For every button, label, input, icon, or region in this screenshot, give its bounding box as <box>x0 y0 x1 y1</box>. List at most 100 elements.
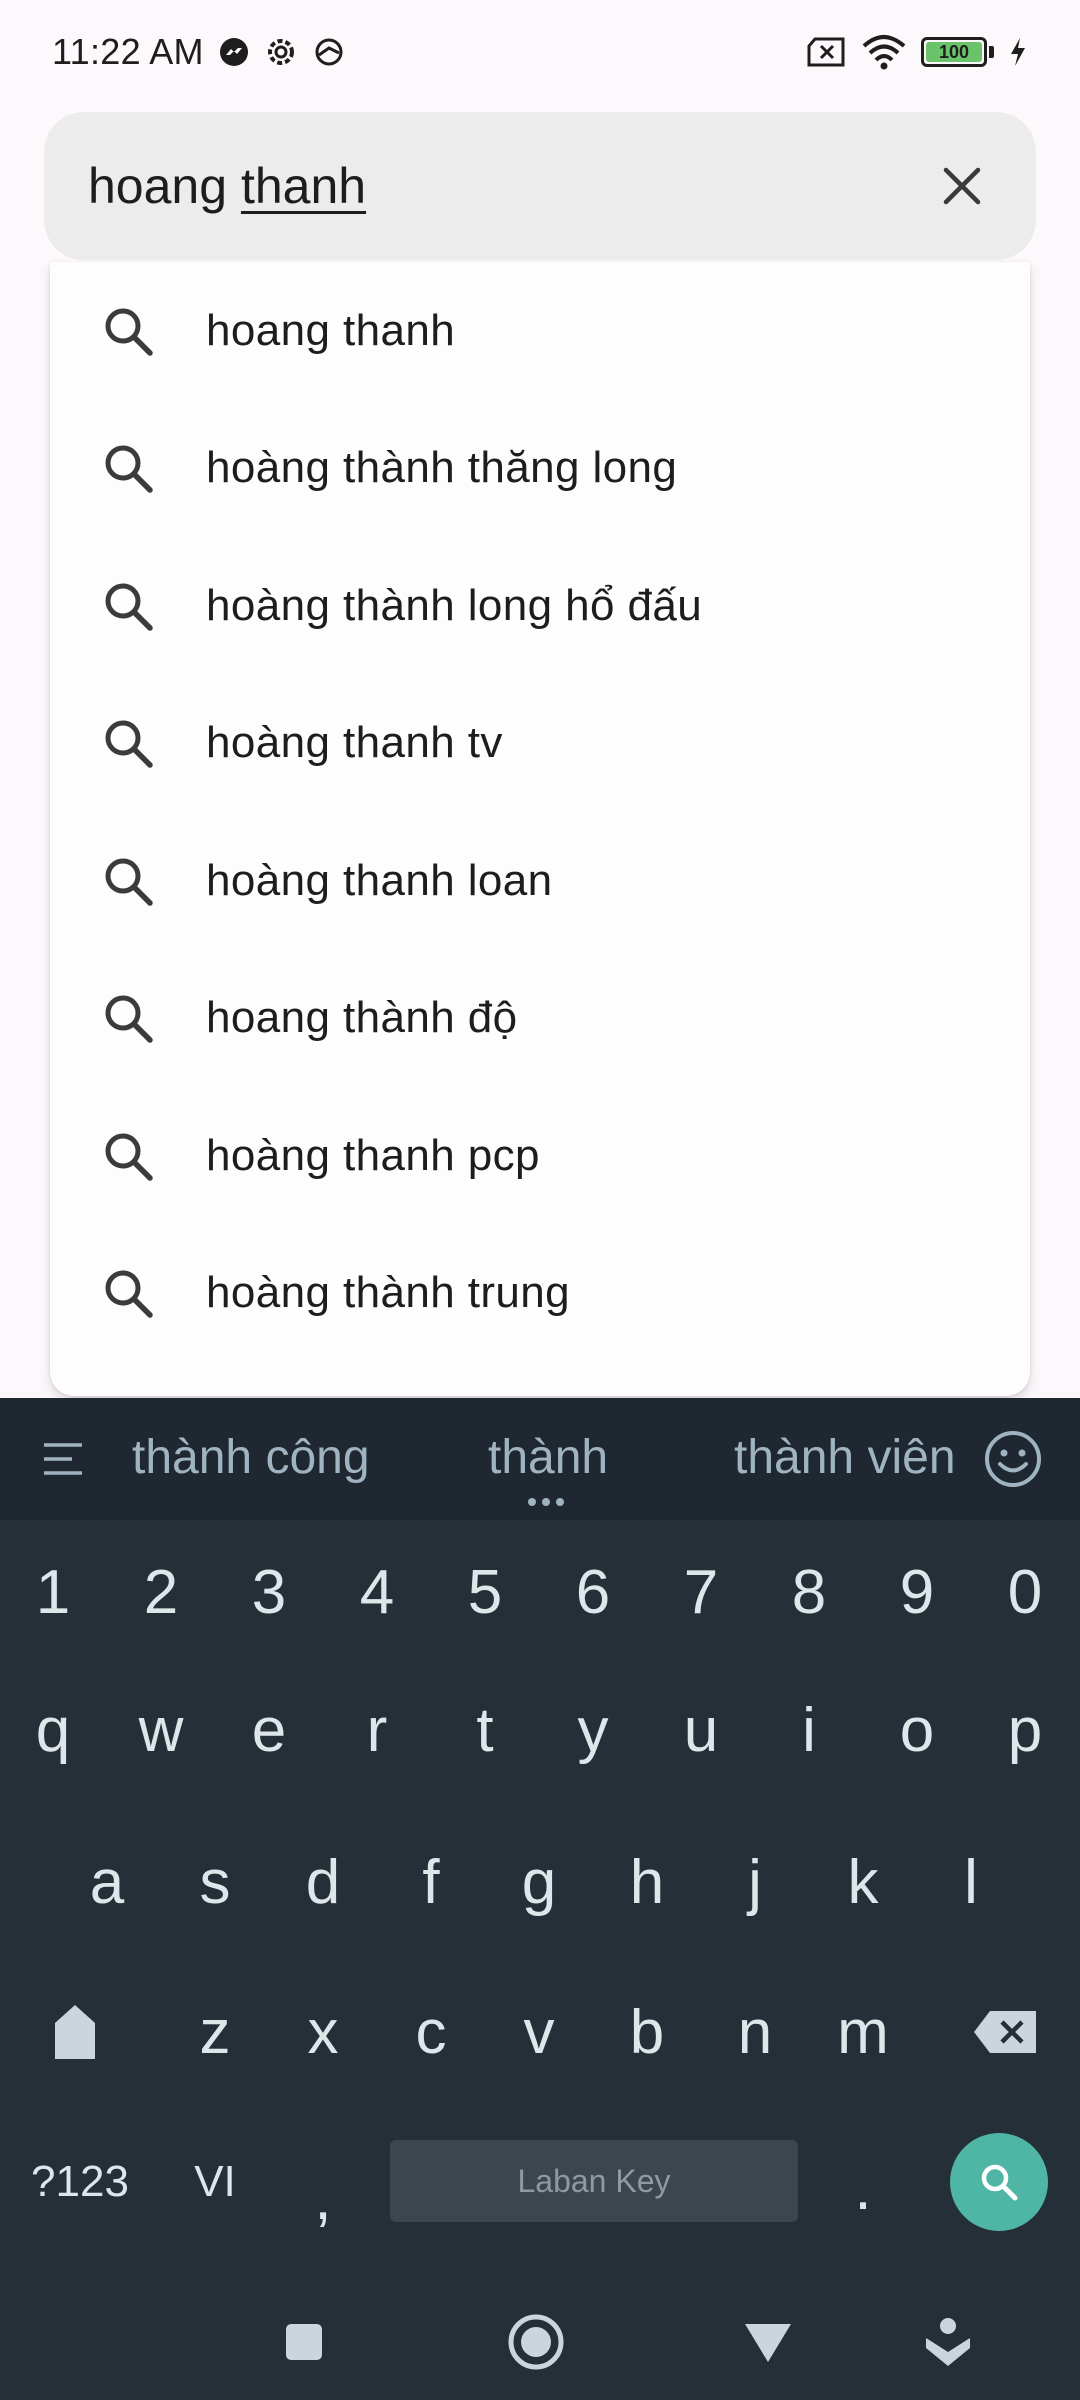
suggestion-label: hoàng thành thăng long <box>206 443 678 493</box>
search-icon <box>98 301 158 361</box>
word-suggestion[interactable]: thành <box>488 1430 608 1485</box>
language-key[interactable]: VI <box>160 2112 270 2252</box>
key-0[interactable]: 0 <box>972 1522 1078 1662</box>
key-g[interactable]: g <box>486 1812 592 1952</box>
key-j[interactable]: j <box>702 1812 808 1952</box>
suggestion-item[interactable]: hoàng thành thăng long <box>50 400 1030 538</box>
key-t[interactable]: t <box>432 1660 538 1800</box>
key-z[interactable]: z <box>162 1962 268 2102</box>
key-l[interactable]: l <box>918 1812 1024 1952</box>
search-query-composing: thanh <box>240 158 367 214</box>
space-key[interactable]: Laban Key <box>390 2140 798 2222</box>
key-2[interactable]: 2 <box>108 1522 214 1662</box>
navigation-bar <box>0 2280 1080 2400</box>
key-p[interactable]: p <box>972 1660 1078 1800</box>
status-notification-icons <box>218 35 346 69</box>
settings-gear-icon <box>267 39 294 65</box>
key-q[interactable]: q <box>0 1660 106 1800</box>
vpn-icon <box>315 38 343 66</box>
no-sim-icon <box>807 37 845 67</box>
word-suggestion[interactable]: thành công <box>132 1430 370 1485</box>
key-y[interactable]: y <box>540 1660 646 1800</box>
recents-button[interactable] <box>272 2310 336 2374</box>
comma-key[interactable]: , <box>270 2128 376 2268</box>
key-5[interactable]: 5 <box>432 1522 538 1662</box>
key-e[interactable]: e <box>216 1660 322 1800</box>
suggestion-item[interactable]: hoàng thanh loan <box>50 812 1030 950</box>
home-button[interactable] <box>504 2310 568 2374</box>
suggestion-label: hoàng thành trung <box>206 1268 570 1318</box>
backspace-key[interactable] <box>946 1962 1066 2102</box>
letter-row-3: z x c v b n m <box>0 1962 1080 2102</box>
keyboard-suggestion-bar: thành công thành thành viên <box>0 1398 1080 1520</box>
symbols-key[interactable]: ?123 <box>10 2112 150 2252</box>
key-i[interactable]: i <box>756 1660 862 1800</box>
more-suggestions-dots[interactable] <box>528 1498 564 1506</box>
suggestion-label: hoang thành độ <box>206 993 518 1043</box>
suggestion-item[interactable]: hoang thanh <box>50 262 1030 400</box>
suggestion-item[interactable]: hoàng thanh pcp <box>50 1087 1030 1225</box>
suggestion-item[interactable]: hoàng thanh tv <box>50 675 1030 813</box>
search-field[interactable]: hoang thanh <box>44 112 1036 260</box>
letter-row-2: a s d f g h j k l <box>0 1812 1080 1952</box>
key-k[interactable]: k <box>810 1812 916 1952</box>
suggestion-item[interactable]: hoàng thành trung <box>50 1225 1030 1363</box>
search-icon <box>98 1126 158 1186</box>
key-u[interactable]: u <box>648 1660 754 1800</box>
shift-key[interactable] <box>20 1962 130 2102</box>
status-time: 11:22 AM <box>52 31 204 72</box>
key-6[interactable]: 6 <box>540 1522 646 1662</box>
key-m[interactable]: m <box>810 1962 916 2102</box>
clear-search-button[interactable] <box>932 156 992 216</box>
search-icon <box>98 1263 158 1323</box>
charging-icon <box>1011 38 1025 66</box>
suggestion-label: hoang thanh <box>206 305 456 355</box>
key-w[interactable]: w <box>108 1660 214 1800</box>
key-r[interactable]: r <box>324 1660 430 1800</box>
letter-row-1: q w e r t y u i o p <box>0 1660 1080 1800</box>
battery-level: 100 <box>938 41 970 62</box>
hide-keyboard-button[interactable] <box>916 2310 980 2374</box>
key-s[interactable]: s <box>162 1812 268 1952</box>
battery-icon: 100 <box>921 37 994 67</box>
keyboard-menu-button[interactable] <box>0 1398 130 1520</box>
suggestion-label: hoàng thanh pcp <box>206 1130 540 1180</box>
keyboard-search-button[interactable] <box>950 2133 1048 2231</box>
word-suggestion[interactable]: thành viên <box>734 1430 956 1485</box>
key-9[interactable]: 9 <box>864 1522 970 1662</box>
key-1[interactable]: 1 <box>0 1522 106 1662</box>
key-8[interactable]: 8 <box>756 1522 862 1662</box>
key-v[interactable]: v <box>486 1962 592 2102</box>
search-icon <box>981 2164 1018 2201</box>
search-icon <box>98 988 158 1048</box>
key-7[interactable]: 7 <box>648 1522 754 1662</box>
key-c[interactable]: c <box>378 1962 484 2102</box>
suggestions-dropdown: hoang thanh hoàng thành thăng long hoàng… <box>50 262 1030 1396</box>
status-system-icons: 100 <box>805 34 1028 70</box>
back-button[interactable] <box>736 2310 800 2374</box>
search-query-text: hoang <box>88 158 241 214</box>
search-icon <box>98 713 158 773</box>
key-h[interactable]: h <box>594 1812 700 1952</box>
key-a[interactable]: a <box>54 1812 160 1952</box>
key-n[interactable]: n <box>702 1962 808 2102</box>
search-icon <box>98 576 158 636</box>
wifi-icon <box>862 35 906 70</box>
suggestion-item[interactable]: hoang thành độ <box>50 950 1030 1088</box>
key-3[interactable]: 3 <box>216 1522 322 1662</box>
key-x[interactable]: x <box>270 1962 376 2102</box>
close-icon <box>943 167 981 205</box>
number-row: 1 2 3 4 5 6 7 8 9 0 <box>0 1522 1080 1662</box>
emoji-icon[interactable] <box>982 1428 1044 1490</box>
key-b[interactable]: b <box>594 1962 700 2102</box>
home-circle-icon <box>508 2314 564 2370</box>
key-o[interactable]: o <box>864 1660 970 1800</box>
key-f[interactable]: f <box>378 1812 484 1952</box>
search-input[interactable]: hoang thanh <box>88 157 366 215</box>
key-4[interactable]: 4 <box>324 1522 430 1662</box>
status-bar: 11:22 AM 100 <box>0 0 1080 104</box>
period-key[interactable]: . <box>810 2118 916 2258</box>
key-d[interactable]: d <box>270 1812 376 1952</box>
suggestion-item[interactable]: hoàng thành long hổ đấu <box>50 537 1030 675</box>
backspace-icon <box>974 2011 1036 2053</box>
